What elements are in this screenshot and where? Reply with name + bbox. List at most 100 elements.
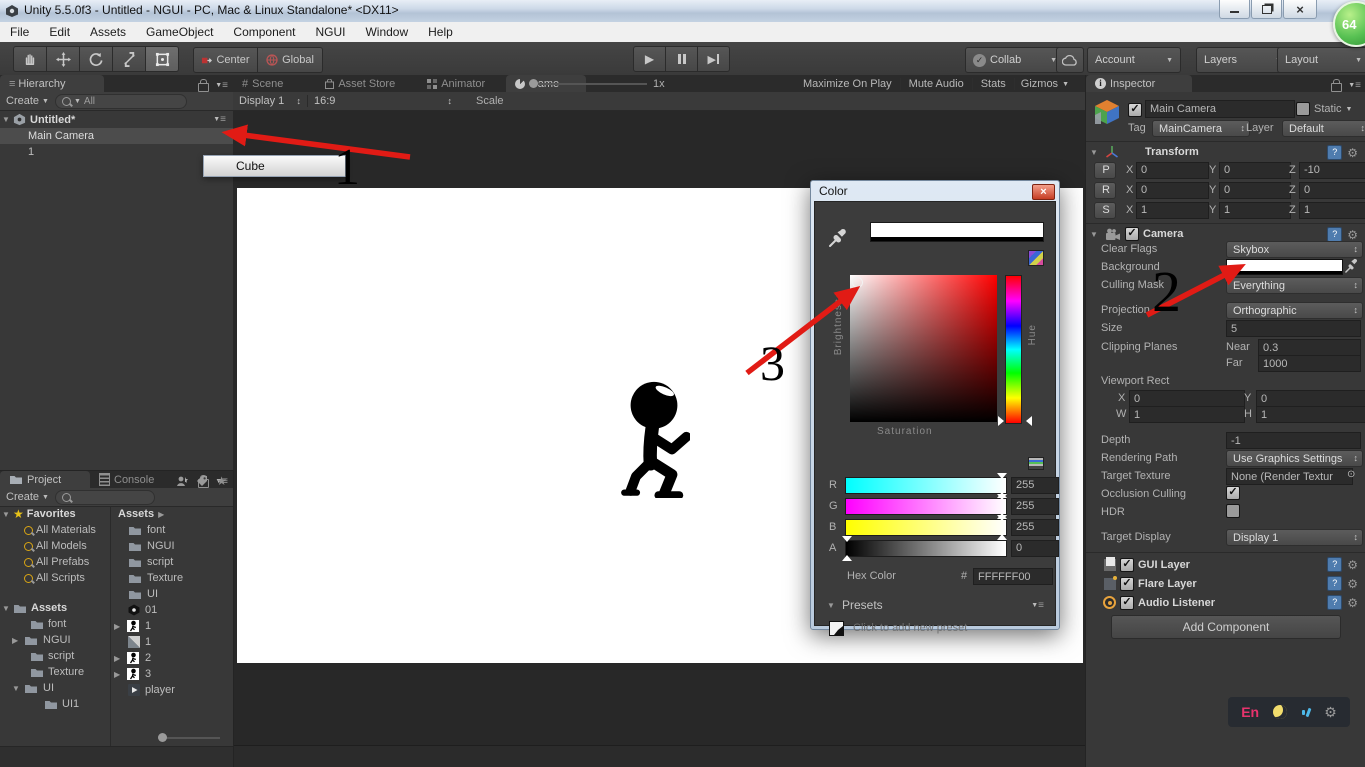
- rotation-key-button[interactable]: R: [1094, 181, 1116, 199]
- camera-header[interactable]: ▼ ✓ Camera: [1090, 227, 1183, 241]
- channel-slider-r[interactable]: [845, 473, 1007, 498]
- scale-slider-track[interactable]: [529, 79, 647, 88]
- near-clip-field[interactable]: 0.3: [1258, 339, 1361, 356]
- gui-layer-header[interactable]: ✓ GUI Layer: [1104, 556, 1190, 573]
- minimize-button[interactable]: [1219, 0, 1250, 19]
- camera-enabled-checkbox[interactable]: ✓: [1125, 227, 1139, 241]
- audio-listener-checkbox[interactable]: ✓: [1120, 595, 1134, 610]
- menu-component[interactable]: Component: [223, 22, 305, 42]
- hierarchy-search-input[interactable]: ▼ All: [54, 93, 187, 109]
- aspect-dropdown[interactable]: 16:9 ↕: [308, 95, 458, 107]
- menu-edit[interactable]: Edit: [39, 22, 80, 42]
- favorite-all-models[interactable]: All Models: [0, 538, 110, 554]
- tab-hierarchy[interactable]: ≡ Hierarchy: [0, 75, 104, 92]
- menu-file[interactable]: File: [0, 22, 39, 42]
- depth-field[interactable]: -1: [1226, 432, 1361, 449]
- space-toggle-button[interactable]: Global: [258, 47, 323, 73]
- tree-folder-ngui[interactable]: ▶ NGUI: [0, 632, 110, 648]
- scl-z-field[interactable]: 1: [1299, 201, 1365, 219]
- channel-value-r[interactable]: 255: [1011, 476, 1059, 494]
- layers-dropdown[interactable]: Layers▼: [1196, 47, 1290, 73]
- sv-picker-marker[interactable]: [852, 277, 863, 288]
- create-button[interactable]: Create ▼: [0, 491, 55, 503]
- favorite-all-prefabs[interactable]: All Prefabs: [0, 554, 110, 570]
- account-dropdown[interactable]: Account ▼: [1087, 47, 1181, 73]
- saturation-brightness-box[interactable]: [850, 275, 997, 422]
- tab-project[interactable]: Project: [0, 471, 90, 488]
- close-button[interactable]: ×: [1283, 0, 1317, 19]
- play-button[interactable]: ▶: [633, 46, 666, 72]
- lock-icon[interactable]: [1331, 79, 1343, 92]
- assets-root[interactable]: ▼ Assets: [0, 600, 110, 616]
- layout-dropdown[interactable]: Layout ▼: [1277, 47, 1365, 73]
- pause-button[interactable]: [666, 46, 698, 72]
- current-color-swatch[interactable]: [870, 222, 1044, 242]
- asset-item-sprite-2[interactable]: ▶ 2: [112, 650, 232, 666]
- menu-assets[interactable]: Assets: [80, 22, 136, 42]
- create-button[interactable]: Create ▼: [0, 95, 55, 107]
- collab-dropdown[interactable]: ✓ Collab ▼: [965, 47, 1065, 73]
- channel-slider-g[interactable]: [845, 494, 1007, 519]
- tree-folder-font[interactable]: font: [0, 616, 110, 632]
- title-bar[interactable]: Unity 5.5.0f3 - Untitled - NGUI - PC, Ma…: [0, 0, 1365, 47]
- hex-color-input[interactable]: FFFFFF00: [973, 568, 1053, 585]
- culling-mask-dropdown[interactable]: Everything ↕: [1226, 277, 1363, 294]
- scene-menu-icon[interactable]: ▼ ≡: [213, 114, 226, 125]
- search-by-type-icon[interactable]: [176, 475, 189, 487]
- display-dropdown[interactable]: Display 1 ↕: [233, 95, 307, 107]
- scale-tool-button[interactable]: [113, 46, 146, 72]
- gear-icon[interactable]: ⚙: [1347, 146, 1358, 160]
- search-by-label-icon[interactable]: [196, 475, 208, 487]
- help-icon[interactable]: ?: [1327, 145, 1343, 160]
- tab-asset-store[interactable]: Asset Store: [316, 75, 404, 92]
- asset-item-sprite-1[interactable]: ▶ 1: [112, 618, 232, 634]
- panel-menu-icon[interactable]: ▼ ≡: [215, 80, 228, 91]
- add-component-button[interactable]: Add Component: [1111, 615, 1341, 639]
- maximize-on-play-toggle[interactable]: Maximize On Play: [795, 78, 900, 90]
- slider-thumb[interactable]: [997, 515, 1007, 540]
- position-key-button[interactable]: P: [1094, 161, 1116, 179]
- panel-menu-icon[interactable]: ▼ ≡: [1348, 80, 1361, 91]
- gear-icon[interactable]: ⚙: [1347, 228, 1358, 242]
- favorite-all-scripts[interactable]: All Scripts: [0, 570, 110, 586]
- eyedropper-icon[interactable]: [828, 228, 848, 248]
- menu-gameobject[interactable]: GameObject: [136, 22, 223, 42]
- add-preset-label[interactable]: Click to add new preset: [853, 622, 967, 634]
- viewport-w-field[interactable]: 1: [1129, 406, 1245, 423]
- hierarchy-item-1[interactable]: 1: [0, 144, 233, 160]
- ime-language-toggle[interactable]: En: [1241, 704, 1259, 720]
- eyedropper-icon[interactable]: [1345, 258, 1358, 273]
- layer-dropdown[interactable]: Default ↕: [1282, 120, 1365, 137]
- rot-y-field[interactable]: 0: [1219, 181, 1291, 199]
- menu-ngui[interactable]: NGUI: [305, 22, 355, 42]
- presets-menu-icon[interactable]: ▼ ≡: [1031, 600, 1044, 611]
- gui-layer-checkbox[interactable]: ✓: [1120, 557, 1134, 572]
- hdr-checkbox[interactable]: [1226, 504, 1240, 518]
- scale-slider-thumb[interactable]: [529, 79, 538, 88]
- drag-ghost-cube[interactable]: Cube: [203, 155, 346, 177]
- scene-row[interactable]: ▼ Untitled* ▼ ≡: [0, 111, 233, 128]
- favorite-all-materials[interactable]: All Materials: [0, 522, 110, 538]
- project-search-input[interactable]: [54, 489, 155, 505]
- tab-scene[interactable]: # Scene: [233, 75, 292, 92]
- asset-item-sprite-3[interactable]: ▶ 3: [112, 666, 232, 682]
- pos-x-field[interactable]: 0: [1136, 161, 1209, 179]
- object-name-field[interactable]: Main Camera: [1145, 100, 1295, 118]
- gizmos-dropdown[interactable]: Gizmos ▼: [1013, 78, 1075, 90]
- help-icon[interactable]: ?: [1327, 595, 1343, 610]
- hand-tool-button[interactable]: [13, 46, 47, 72]
- target-texture-field[interactable]: None (Render Textur: [1226, 468, 1353, 485]
- flare-layer-header[interactable]: ✓ Flare Layer: [1104, 575, 1197, 592]
- tree-folder-script[interactable]: script: [0, 648, 110, 664]
- clear-flags-dropdown[interactable]: Skybox ↕: [1226, 241, 1363, 258]
- rot-x-field[interactable]: 0: [1136, 181, 1209, 199]
- tree-folder-texture[interactable]: Texture: [0, 664, 110, 680]
- static-toggle[interactable]: Static ▼: [1296, 102, 1352, 116]
- menu-help[interactable]: Help: [418, 22, 463, 42]
- lock-icon[interactable]: [198, 79, 210, 92]
- color-window-close-button[interactable]: ×: [1032, 184, 1055, 200]
- rotate-tool-button[interactable]: [80, 46, 113, 72]
- flare-layer-checkbox[interactable]: ✓: [1120, 576, 1134, 591]
- hue-slider[interactable]: [1005, 275, 1022, 424]
- favorites-star-icon[interactable]: ★: [216, 474, 227, 488]
